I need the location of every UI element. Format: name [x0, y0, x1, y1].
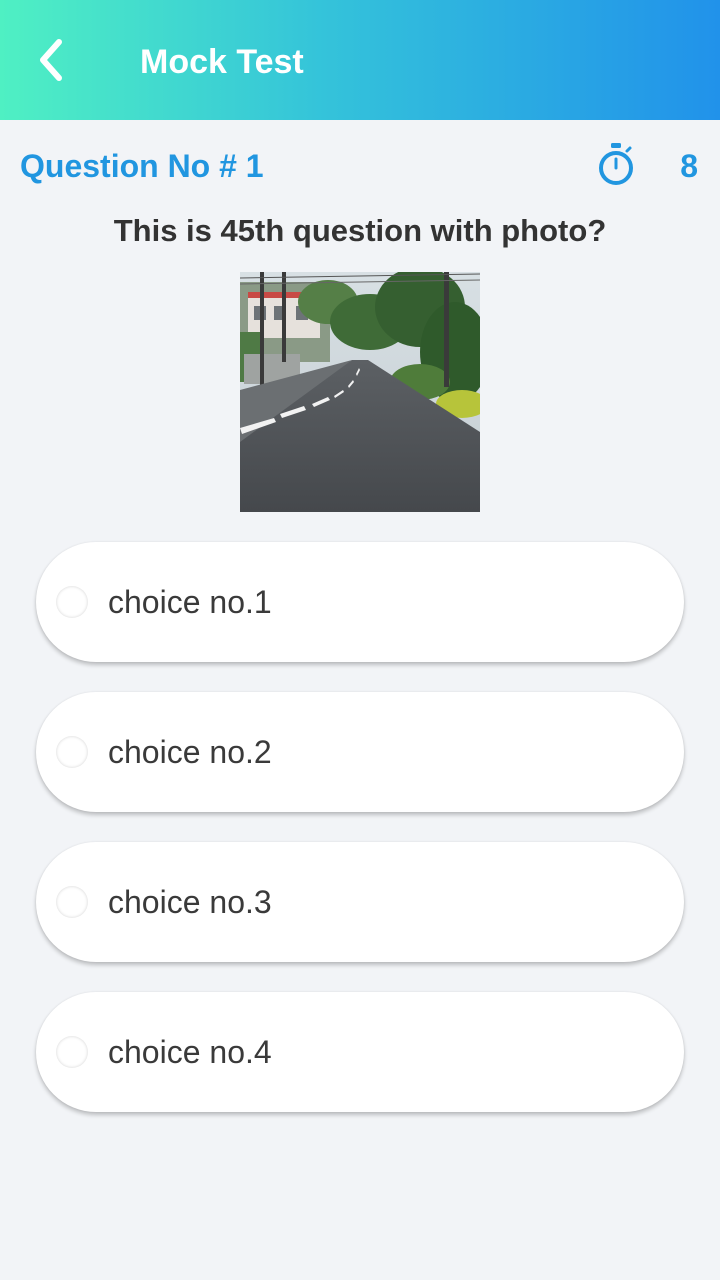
radio-button[interactable]	[56, 736, 88, 768]
radio-button[interactable]	[56, 1036, 88, 1068]
question-number: Question No # 1	[20, 148, 264, 184]
choice-label: choice no.2	[108, 734, 272, 770]
radio-button[interactable]	[56, 886, 88, 918]
timer-value: 8	[680, 148, 698, 184]
app-bar: Mock Test	[0, 0, 720, 120]
chevron-left-icon	[40, 39, 62, 81]
choice-label: choice no.1	[108, 584, 272, 620]
question-photo	[240, 272, 480, 512]
choice-option-3[interactable]: choice no.3	[36, 842, 684, 962]
radio-button[interactable]	[56, 586, 88, 618]
back-button[interactable]	[28, 30, 76, 90]
page-title: Mock Test	[140, 43, 304, 81]
choice-option-1[interactable]: choice no.1	[36, 542, 684, 662]
question-text: This is 45th question with photo?	[113, 213, 607, 248]
question-header: Question No # 1 8	[20, 140, 700, 190]
choice-label: choice no.3	[108, 884, 272, 920]
choice-option-2[interactable]: choice no.2	[36, 692, 684, 812]
choice-option-4[interactable]: choice no.4	[36, 992, 684, 1112]
choice-label: choice no.4	[108, 1034, 272, 1070]
stopwatch-icon	[599, 143, 633, 185]
